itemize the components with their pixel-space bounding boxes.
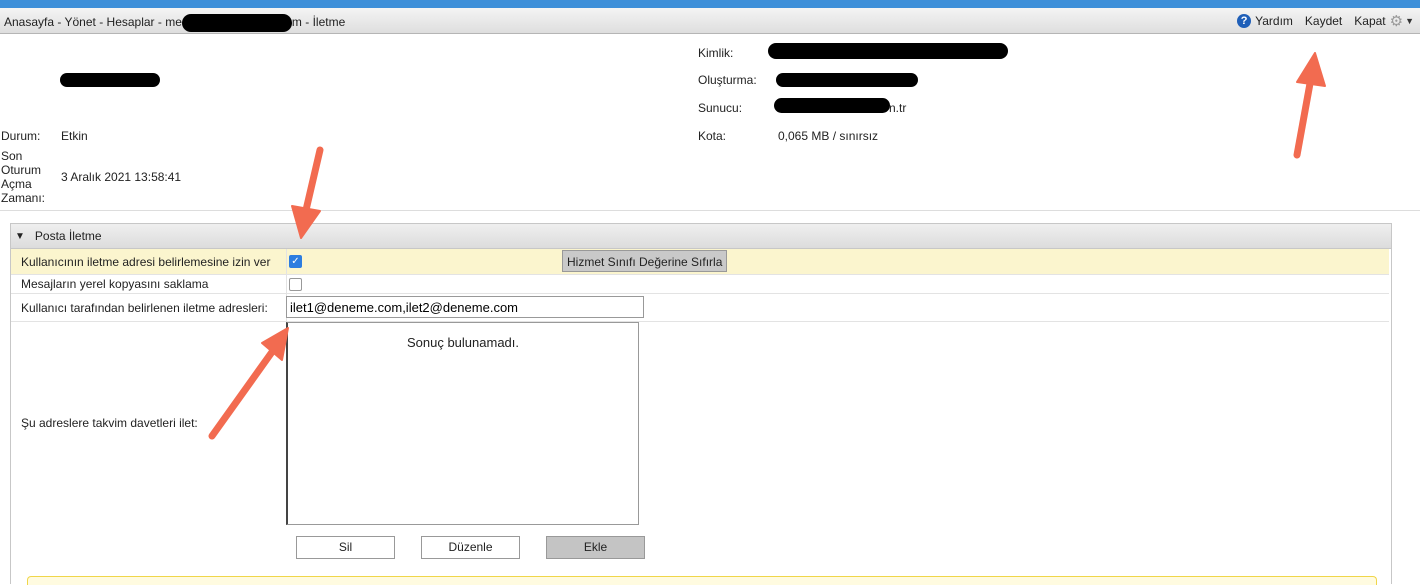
last-login-label: Oturum — [1, 163, 42, 177]
section-header[interactable]: ▼ Posta İletme — [11, 224, 1391, 249]
created-value-redacted — [776, 73, 918, 87]
chevron-down-icon[interactable]: ▼ — [1405, 16, 1414, 26]
add-button[interactable]: Ekle — [546, 536, 645, 559]
calendar-forwarding-list[interactable]: Sonuç bulunamadı. — [286, 322, 639, 525]
help-label: Yardım — [1255, 14, 1293, 28]
id-label: Kimlik: — [698, 46, 734, 60]
help-button[interactable]: ? Yardım — [1237, 14, 1293, 28]
breadcrumb-separator: - — [95, 15, 107, 30]
redaction-mark — [181, 14, 292, 32]
breadcrumb-account-prefix[interactable]: me — [165, 15, 182, 29]
user-forwarding-addresses-input[interactable] — [286, 296, 644, 318]
notice-box — [27, 576, 1377, 585]
calendar-forwarding-row: Şu adreslere takvim davetleri ilet: Sonu… — [11, 322, 1389, 572]
no-local-copy-row: Mesajların yerel kopyasını saklama — [11, 275, 1389, 294]
close-label: Kapat — [1354, 14, 1386, 28]
server-suffix: n.tr — [889, 101, 907, 115]
window-top-border — [0, 0, 1420, 8]
delete-button[interactable]: Sil — [296, 536, 395, 559]
title-bar: Anasayfa - Yönet - Hesaplar - me m - İlet… — [0, 8, 1420, 34]
section-title: Posta İletme — [34, 229, 102, 243]
server-value-redacted — [774, 98, 890, 113]
last-login-label: Son — [1, 149, 23, 163]
allow-user-forwarding-label: Kullanıcının iletme adresi belirlemesine… — [21, 255, 271, 269]
breadcrumb-manage[interactable]: Yönet — [65, 15, 96, 29]
save-button[interactable]: Kaydet — [1305, 14, 1342, 28]
breadcrumb-separator: - — [54, 15, 65, 30]
allow-user-forwarding-row: Kullanıcının iletme adresi belirlemesine… — [11, 249, 1389, 275]
quota-value: 0,065 MB / sınırsız — [778, 129, 879, 143]
empty-list-message: Sonuç bulunamadı. — [406, 335, 520, 350]
status-label: Durum: — [1, 129, 41, 143]
edit-button[interactable]: Düzenle — [421, 536, 520, 559]
created-label: Oluşturma: — [698, 73, 757, 87]
column-divider — [286, 275, 287, 293]
reset-to-cos-button[interactable]: Hizmet Sınıfı Değerine Sıfırla — [562, 250, 728, 272]
status-value: Etkin — [61, 129, 88, 143]
annotation-arrow-save — [1293, 52, 1326, 159]
header-divider — [0, 210, 1420, 211]
quota-label: Kota: — [698, 129, 727, 143]
breadcrumb-current: İletme — [312, 15, 346, 30]
breadcrumb-home[interactable]: Anasayfa — [4, 15, 54, 29]
last-login-label: Zamanı: — [1, 191, 46, 205]
breadcrumb-account-suffix[interactable]: m — [292, 15, 302, 29]
help-icon: ? — [1237, 14, 1252, 28]
mail-forwarding-panel: ▼ Posta İletme Kullanıcının iletme adres… — [10, 223, 1392, 585]
collapse-triangle-icon[interactable]: ▼ — [15, 231, 25, 242]
toolbar-actions: ? Yardım Kaydet Kapat ⚙ ▼ — [1237, 12, 1414, 30]
account-name-redacted — [60, 73, 160, 87]
no-local-copy-label: Mesajların yerel kopyasını saklama — [21, 277, 209, 291]
allow-user-forwarding-checkbox[interactable]: ✓ — [289, 255, 302, 268]
last-login-label: Açma — [1, 177, 32, 191]
no-local-copy-checkbox[interactable] — [289, 278, 302, 291]
id-value-redacted — [768, 43, 1008, 59]
close-button[interactable]: Kapat ⚙ ▼ — [1354, 12, 1414, 30]
breadcrumb: Anasayfa - Yönet - Hesaplar - me m - İlet… — [4, 14, 345, 32]
breadcrumb-separator: - — [154, 15, 166, 30]
last-login-value: 3 Aralık 2021 13:58:41 — [61, 170, 182, 184]
server-label: Sunucu: — [698, 101, 743, 115]
user-forwarding-addresses-row: Kullanıcı tarafından belirlenen iletme a… — [11, 294, 1389, 322]
calendar-forwarding-label: Şu adreslere takvim davetleri ilet: — [21, 416, 198, 430]
breadcrumb-accounts[interactable]: Hesaplar — [107, 15, 155, 29]
gear-icon: ⚙ — [1389, 13, 1404, 30]
user-forwarding-addresses-label: Kullanıcı tarafından belirlenen iletme a… — [21, 301, 268, 315]
column-divider — [286, 249, 287, 274]
breadcrumb-separator: - — [301, 15, 313, 30]
